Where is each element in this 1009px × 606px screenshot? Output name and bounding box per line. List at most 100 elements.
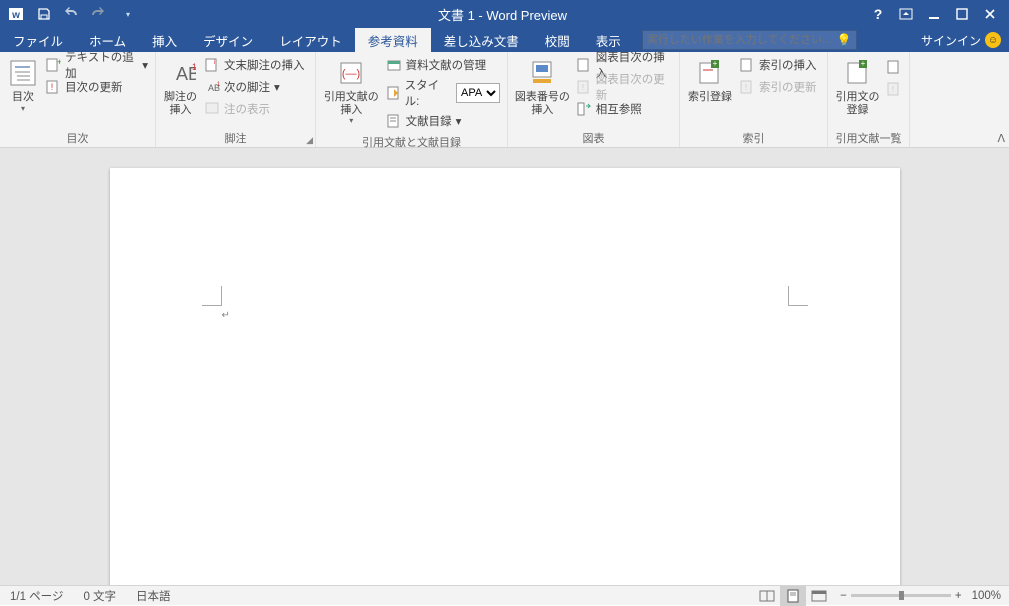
cross-ref-icon [576, 101, 592, 117]
update-toc-icon: ! [45, 79, 61, 95]
tab-insert[interactable]: 挿入 [139, 28, 190, 52]
language-indicator[interactable]: 日本語 [126, 588, 181, 604]
bulb-icon: 💡 [837, 33, 852, 47]
svg-text:+: + [860, 59, 865, 68]
read-mode-icon[interactable] [754, 586, 780, 606]
document-area[interactable]: ↵ [0, 148, 1009, 585]
group-footnotes: AB1 脚注の 挿入 i 文末脚注の挿入 AB1 次の脚注 ▾ 注の表示 [156, 52, 316, 147]
insert-toa-button[interactable] [883, 56, 905, 78]
show-notes-button[interactable]: 注の表示 [201, 98, 308, 120]
group-label: 索引 [680, 130, 827, 147]
help-icon[interactable]: ? [865, 2, 891, 26]
bibliography-icon [386, 113, 402, 129]
svg-text:i: i [214, 60, 215, 66]
mark-entry-button[interactable]: + 索引登録 [684, 54, 736, 107]
toc-button[interactable]: 目次 ▾ [4, 54, 42, 116]
zoom-thumb[interactable] [899, 591, 904, 600]
paragraph-mark-icon: ↵ [222, 310, 230, 321]
group-citations: (―) 引用文献の 挿入 ▾ 資料文献の管理 スタイル: APA 文献目録 ▾ [316, 52, 508, 147]
svg-text:(―): (―) [342, 68, 360, 80]
update-tof-button[interactable]: ! 図表目次の更新 [573, 76, 675, 98]
toa-icon [886, 59, 902, 75]
chevron-down-icon: ▾ [142, 58, 148, 72]
status-bar: 1/1 ページ 0 文字 日本語 − + 100% [0, 585, 1009, 605]
mark-citation-button[interactable]: + 引用文の 登録 [832, 54, 883, 119]
ribbon-tabs: ファイル ホーム 挿入 デザイン レイアウト 参考資料 差し込み文書 校閲 表示… [0, 28, 1009, 52]
insert-citation-button[interactable]: (―) 引用文献の 挿入 ▾ [320, 54, 383, 128]
save-icon[interactable] [32, 2, 56, 26]
close-icon[interactable] [977, 2, 1003, 26]
tell-me-input[interactable] [647, 34, 837, 46]
svg-text:+: + [713, 59, 718, 68]
zoom-slider[interactable] [851, 594, 951, 597]
group-toc: 目次 ▾ + テキストの追加 ▾ ! 目次の更新 目次 [0, 52, 156, 147]
redo-icon[interactable] [88, 2, 112, 26]
update-toc-button[interactable]: ! 目次の更新 [42, 76, 151, 98]
show-notes-icon [204, 101, 220, 117]
zoom-level[interactable]: 100% [972, 590, 1001, 602]
add-text-button[interactable]: + テキストの追加 ▾ [42, 54, 151, 76]
tof-icon [576, 57, 592, 73]
group-label: 引用文献一覧 [828, 130, 909, 147]
word-count[interactable]: 0 文字 [73, 588, 126, 604]
collapse-ribbon-icon[interactable]: ᐱ [997, 132, 1005, 145]
page-indicator[interactable]: 1/1 ページ [0, 588, 73, 604]
caption-icon [526, 57, 558, 89]
chevron-down-icon: ▾ [456, 114, 462, 128]
margin-corner [202, 286, 222, 306]
svg-text:w: w [11, 10, 20, 21]
mark-citation-icon: + [842, 57, 874, 89]
group-label: 図表 [508, 130, 679, 147]
tab-references[interactable]: 参考資料 [355, 28, 431, 52]
add-text-icon: + [45, 57, 61, 73]
print-layout-icon[interactable] [780, 586, 806, 606]
qat-customize-icon[interactable]: ▾ [116, 2, 140, 26]
insert-index-icon [739, 57, 755, 73]
update-index-button[interactable]: ! 索引の更新 [736, 76, 820, 98]
maximize-icon[interactable] [949, 2, 975, 26]
zoom-control: − + 100% [832, 590, 1009, 602]
update-toa-button[interactable]: ! [883, 78, 905, 100]
web-layout-icon[interactable] [806, 586, 832, 606]
svg-text:!: ! [892, 85, 894, 94]
sign-in[interactable]: サインイン ☺ [913, 28, 1009, 52]
bibliography-button[interactable]: 文献目録 ▾ [383, 110, 503, 132]
footnote-icon: AB1 [165, 57, 197, 89]
tab-design[interactable]: デザイン [190, 28, 266, 52]
insert-caption-button[interactable]: 図表番号の 挿入 [512, 54, 573, 119]
insert-index-button[interactable]: 索引の挿入 [736, 54, 820, 76]
quick-access-toolbar: w ▾ [0, 2, 140, 26]
update-tof-icon: ! [576, 79, 592, 95]
word-icon[interactable]: w [4, 2, 28, 26]
zoom-in-button[interactable]: + [955, 590, 962, 602]
minimize-icon[interactable] [921, 2, 947, 26]
next-footnote-icon: AB1 [204, 79, 220, 95]
undo-icon[interactable] [60, 2, 84, 26]
ribbon-display-icon[interactable] [893, 2, 919, 26]
group-captions: 図表番号の 挿入 図表目次の挿入 ! 図表目次の更新 相互参照 図表 [508, 52, 680, 147]
zoom-out-button[interactable]: − [840, 590, 847, 602]
style-icon [386, 85, 402, 101]
svg-text:!: ! [582, 83, 584, 92]
smiley-icon: ☺ [985, 32, 1001, 48]
next-footnote-button[interactable]: AB1 次の脚注 ▾ [201, 76, 308, 98]
insert-endnote-button[interactable]: i 文末脚注の挿入 [201, 54, 308, 76]
manage-sources-button[interactable]: 資料文献の管理 [383, 54, 503, 76]
window-controls: ? [865, 2, 1009, 26]
tab-review[interactable]: 校閲 [532, 28, 583, 52]
svg-text:1: 1 [217, 82, 220, 88]
insert-footnote-button[interactable]: AB1 脚注の 挿入 [160, 54, 201, 119]
tell-me-box[interactable]: 💡 [642, 30, 857, 50]
citation-style[interactable]: スタイル: APA [383, 76, 503, 110]
chevron-down-icon: ▾ [21, 104, 25, 113]
tab-mailings[interactable]: 差し込み文書 [431, 28, 532, 52]
manage-sources-icon [386, 57, 402, 73]
citation-icon: (―) [335, 57, 367, 89]
window-title: 文書 1 - Word Preview [140, 5, 865, 24]
document-page[interactable]: ↵ [110, 168, 900, 585]
cross-reference-button[interactable]: 相互参照 [573, 98, 675, 120]
dialog-launcher-icon[interactable]: ◢ [306, 135, 313, 146]
style-select[interactable]: APA [456, 83, 500, 103]
toc-icon [7, 57, 39, 89]
tab-layout[interactable]: レイアウト [266, 28, 355, 52]
